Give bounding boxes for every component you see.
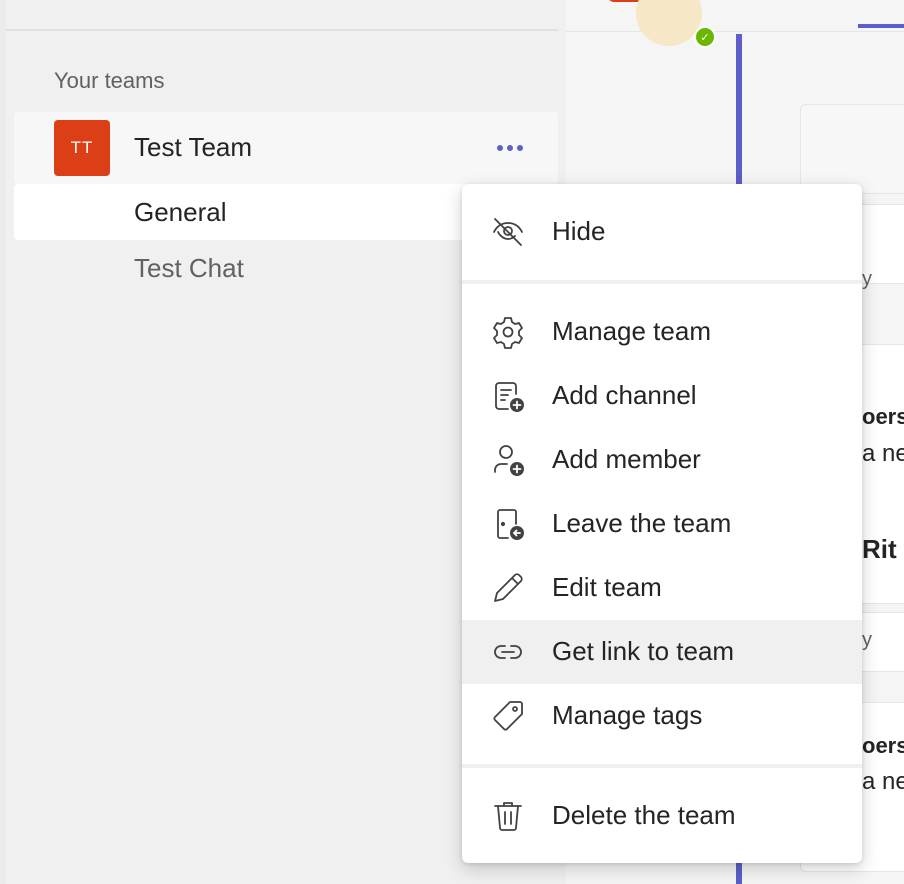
- menu-item-add-member[interactable]: Add member: [462, 428, 862, 492]
- menu-divider: [462, 280, 862, 284]
- message-text: y: [862, 268, 872, 290]
- link-icon: [494, 645, 522, 659]
- message-sender: Rit: [862, 534, 897, 564]
- leave-door-icon: [497, 509, 524, 540]
- sidebar-edge: [0, 0, 6, 884]
- message-card: [800, 104, 904, 194]
- menu-item-label: Delete the team: [552, 800, 736, 830]
- team-options-menu: Hide Manage team Add channel Add member …: [462, 184, 862, 863]
- menu-item-label: Add channel: [552, 380, 697, 410]
- message-text: y: [862, 629, 872, 651]
- channel-label: Test Chat: [134, 253, 244, 283]
- menu-item-add-channel[interactable]: Add channel: [462, 364, 862, 428]
- team-avatar: TT: [54, 120, 110, 176]
- menu-item-hide[interactable]: Hide: [462, 200, 862, 264]
- channel-label: General: [134, 197, 227, 227]
- menu-item-label: Manage team: [552, 316, 711, 346]
- menu-item-label: Get link to team: [552, 636, 735, 666]
- menu-item-manage-team[interactable]: Manage team: [462, 300, 862, 364]
- add-person-icon: [494, 445, 524, 476]
- active-tab-indicator: [858, 24, 904, 28]
- pencil-icon: [494, 573, 523, 602]
- tag-icon: [493, 701, 523, 731]
- main-topbar: [566, 0, 904, 32]
- menu-item-label: Edit team: [552, 572, 662, 602]
- menu-item-label: Leave the team: [552, 508, 732, 538]
- gear-icon: [493, 317, 523, 349]
- sidebar-divider: [6, 29, 558, 31]
- message-text: a ne: [862, 768, 904, 795]
- add-channel-icon: [495, 382, 524, 412]
- team-item-test-team[interactable]: TT Test Team: [14, 112, 558, 184]
- menu-item-manage-tags[interactable]: Manage tags: [462, 684, 862, 748]
- message-sender: oers: [862, 733, 904, 758]
- message-text: a ne: [862, 440, 904, 467]
- presence-available-icon: ✓: [694, 26, 716, 48]
- menu-item-edit-team[interactable]: Edit team: [462, 556, 862, 620]
- menu-item-label: Hide: [552, 216, 606, 246]
- menu-item-label: Add member: [552, 444, 701, 474]
- your-teams-heading: Your teams: [54, 68, 165, 93]
- message-sender: oers: [862, 404, 904, 429]
- menu-divider: [462, 764, 862, 768]
- avatar[interactable]: [636, 0, 702, 46]
- menu-item-label: Manage tags: [552, 700, 703, 730]
- team-name: Test Team: [134, 132, 253, 162]
- eye-off-icon: [493, 218, 523, 246]
- more-options-icon[interactable]: [492, 134, 528, 162]
- menu-item-leave-team[interactable]: Leave the team: [462, 492, 862, 556]
- menu-item-delete-team[interactable]: Delete the team: [462, 784, 862, 848]
- menu-item-get-link[interactable]: Get link to team: [462, 620, 862, 684]
- trash-icon: [494, 802, 522, 831]
